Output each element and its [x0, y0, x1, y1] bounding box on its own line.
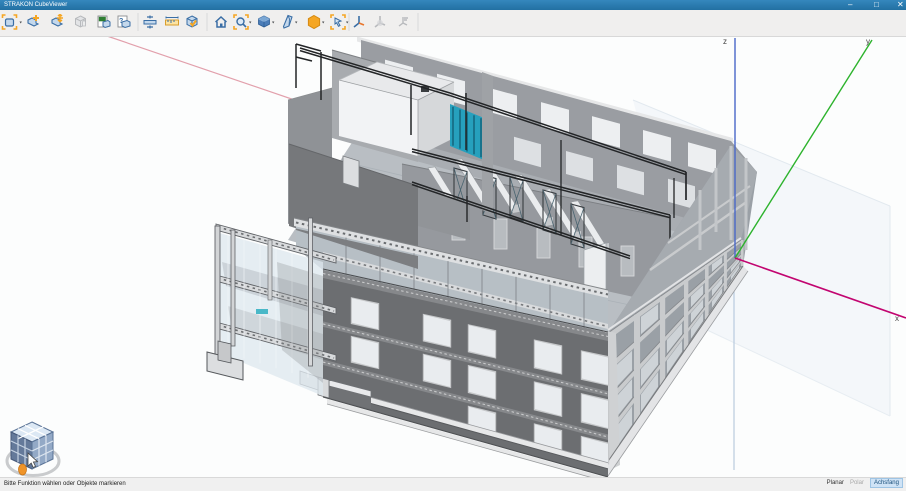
svg-text:y: y — [866, 37, 870, 46]
svg-text:z: z — [723, 37, 727, 46]
svg-text:x: x — [895, 314, 899, 323]
svg-text:?: ? — [119, 18, 123, 25]
